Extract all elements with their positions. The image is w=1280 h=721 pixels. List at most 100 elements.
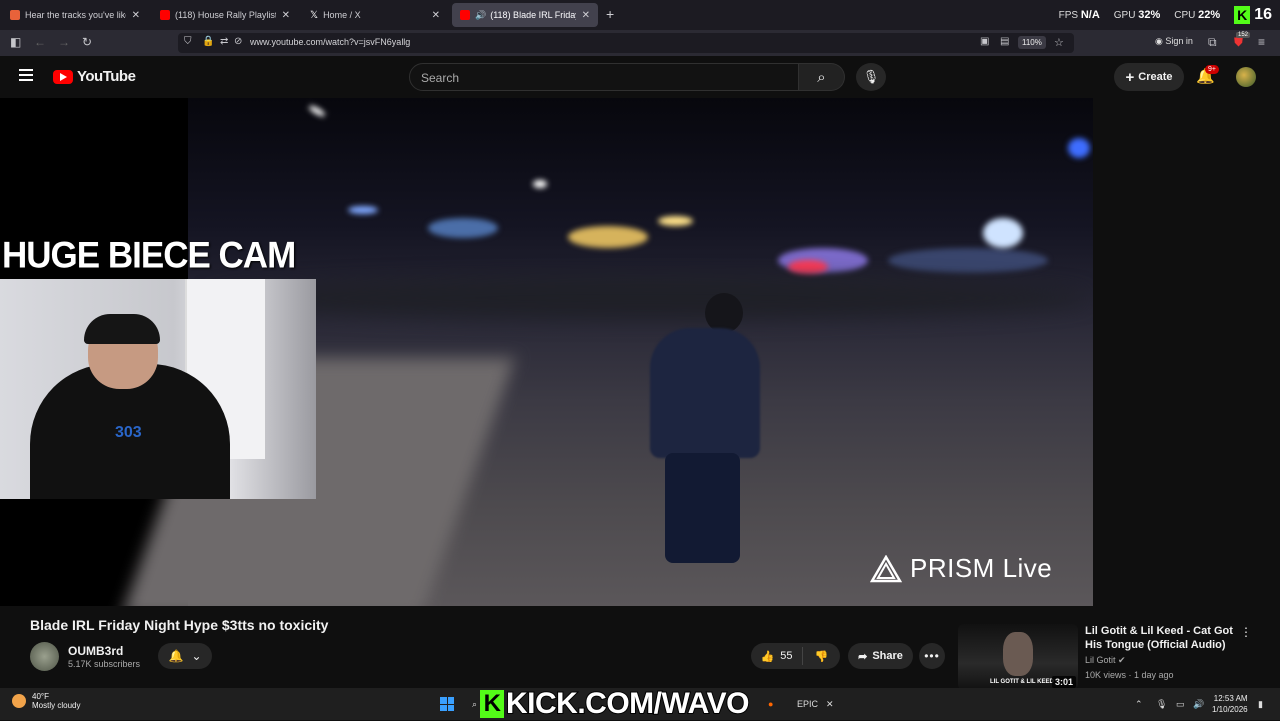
bookmark-star-icon[interactable]: ☆	[1054, 36, 1064, 49]
create-button[interactable]: + Create	[1114, 63, 1184, 91]
reload-icon[interactable]: ↻	[82, 35, 92, 49]
video-duration: 3:01	[1052, 676, 1077, 688]
reader-view-icon[interactable]: ▤	[1000, 36, 1009, 47]
sign-in-button[interactable]: ◉ Sign in	[1155, 36, 1193, 47]
performance-overlay: FPS N/A GPU 32% CPU 22% K 16	[1059, 0, 1280, 30]
hamburger-menu-icon[interactable]	[19, 69, 33, 81]
close-icon[interactable]: ✕	[582, 10, 590, 21]
back-icon[interactable]: ←	[34, 35, 46, 49]
tab-title: Home / X	[323, 10, 361, 20]
extension-badge: 152	[1236, 32, 1251, 38]
thumbs-down-icon: 👎	[814, 650, 829, 663]
youtube-header: YouTube Search ⌕ 🎙 + Create 🔔 9+	[0, 56, 1280, 98]
irl-stream-frame	[120, 98, 1093, 606]
related-channel-name[interactable]: Lil Gotit ✔	[1085, 655, 1126, 666]
system-clock[interactable]: 12:53 AM 1/10/2026	[1212, 693, 1248, 715]
url-text[interactable]: www.youtube.com/watch?v=jsvFN6yallg	[250, 37, 410, 47]
x-logo-icon: 𝕏	[310, 10, 319, 21]
notification-icon[interactable]: ▮	[1258, 699, 1263, 710]
subscribed-button[interactable]: 🔔 ⌄	[158, 643, 212, 669]
microphone-icon[interactable]: 🎙	[1156, 699, 1167, 710]
channel-name[interactable]: OUMB3rd	[68, 644, 123, 658]
close-icon[interactable]: ✕	[132, 10, 140, 21]
epic-games-icon[interactable]: EPIC	[797, 699, 818, 709]
browser-nav-bar: ◧ ← → ↻ ⛉ 🔒 ⇄ ⊘ www.youtube.com/watch?v=…	[0, 30, 1280, 56]
new-tab-button[interactable]: +	[606, 6, 614, 22]
microphone-icon: 🎙	[862, 69, 880, 84]
browser-tab[interactable]: 𝕏 Home / X ✕	[302, 3, 448, 27]
like-button[interactable]: 👍 55	[751, 647, 803, 665]
bell-icon: 🔔	[168, 649, 184, 663]
tracking-blocked-icon[interactable]: ⊘	[234, 36, 242, 47]
related-video-title[interactable]: Lil Gotit & Lil Keed - Cat Got His Tongu…	[1085, 624, 1235, 652]
search-icon[interactable]: ⌕	[472, 699, 477, 710]
tab-title: (118) Blade IRL Friday Night	[490, 10, 576, 20]
notification-badge: 9+	[1205, 65, 1219, 74]
fps-stat: FPS N/A	[1058, 9, 1100, 21]
address-bar[interactable]: ⛉ 🔒 ⇄ ⊘ www.youtube.com/watch?v=jsvFN6ya…	[178, 33, 1074, 53]
close-icon[interactable]: ✕	[282, 10, 290, 21]
volume-icon[interactable]: 🔊	[1193, 699, 1204, 710]
prism-logo-icon	[870, 554, 902, 582]
streamer-legs	[665, 453, 740, 563]
cpu-stat: CPU 22%	[1174, 9, 1221, 21]
youtube-logo[interactable]: YouTube	[53, 68, 136, 85]
browser-tab-strip: Hear the tracks you've liked: on ✕ (118)…	[0, 0, 1280, 30]
extensions-icon[interactable]: ⧉	[1208, 35, 1217, 50]
tab-title: (118) House Rally Playlist - You	[175, 10, 276, 20]
related-video-meta: 10K views · 1 day ago	[1085, 670, 1174, 680]
tab-title: Hear the tracks you've liked: on	[25, 10, 126, 20]
share-button[interactable]: ➦ Share	[848, 643, 913, 669]
chevron-up-icon[interactable]: ⌃	[1135, 699, 1143, 710]
share-arrow-icon: ➦	[858, 650, 868, 663]
app-icon[interactable]: ✕	[826, 699, 834, 710]
menu-icon[interactable]: ≡	[1258, 35, 1265, 49]
close-icon[interactable]: ✕	[432, 10, 440, 21]
video-title: Blade IRL Friday Night Hype $3tts no tox…	[30, 617, 329, 633]
zoom-indicator[interactable]: 110%	[1018, 36, 1046, 49]
thumbs-up-icon: 👍	[760, 650, 775, 663]
dislike-button[interactable]: 👎	[803, 650, 840, 663]
forward-icon[interactable]: →	[58, 35, 70, 49]
weather-widget[interactable]: 40°F Mostly cloudy	[12, 692, 80, 710]
kick-logo-icon: K	[1234, 6, 1251, 24]
ellipsis-icon: •••	[924, 649, 940, 663]
lock-icon[interactable]: 🔒	[202, 36, 214, 47]
kick-viewer-count: K 16	[1234, 6, 1272, 24]
channel-avatar[interactable]	[30, 642, 59, 671]
picture-in-picture-icon[interactable]: ▣	[980, 36, 989, 47]
shield-icon[interactable]: ⛉	[184, 36, 192, 47]
sidebar-toggle-icon[interactable]: ◧	[10, 35, 21, 49]
gpu-stat: GPU 32%	[1113, 9, 1161, 21]
search-input[interactable]: Search	[409, 63, 799, 91]
shirt-logo: 303	[115, 424, 142, 441]
search-button[interactable]: ⌕	[799, 63, 845, 91]
app-icon[interactable]: ●	[768, 699, 773, 709]
youtube-icon	[460, 10, 470, 20]
kebab-menu-icon[interactable]: ⋮	[1240, 625, 1252, 639]
search-icon: ⌕	[817, 68, 826, 86]
thumbnail-face	[1003, 632, 1033, 676]
more-actions-button[interactable]: •••	[919, 643, 945, 669]
browser-tab-active[interactable]: 🔊 (118) Blade IRL Friday Night ✕	[452, 3, 598, 27]
streamer-body	[650, 328, 760, 458]
start-button[interactable]	[440, 697, 454, 711]
kick-logo-icon: K	[480, 690, 504, 718]
subscriber-count: 5.17K subscribers	[68, 659, 141, 669]
browser-tab[interactable]: (118) House Rally Playlist - You ✕	[152, 3, 298, 27]
like-dislike-group: 👍 55 👎	[751, 643, 840, 669]
youtube-play-icon	[53, 69, 73, 84]
speaker-icon[interactable]: 🔊	[475, 10, 486, 21]
thumbnail-caption: LIL GOTIT & LIL KEED	[990, 679, 1054, 685]
video-player[interactable]: PRISM Live HUGE BIECE CAM 303	[0, 98, 1093, 606]
voice-search-button[interactable]: 🎙	[856, 63, 886, 91]
chevron-down-icon: ⌄	[191, 649, 202, 663]
permissions-icon[interactable]: ⇄	[220, 36, 228, 47]
network-icon[interactable]: ▭	[1176, 699, 1185, 710]
weather-icon	[12, 694, 26, 708]
verified-icon: ✔	[1118, 655, 1126, 665]
account-avatar[interactable]	[1236, 67, 1256, 87]
browser-tab[interactable]: Hear the tracks you've liked: on ✕	[2, 3, 148, 27]
kick-url-banner: K KICK.COM/WAVO	[480, 686, 750, 721]
streamer-head	[705, 293, 743, 333]
